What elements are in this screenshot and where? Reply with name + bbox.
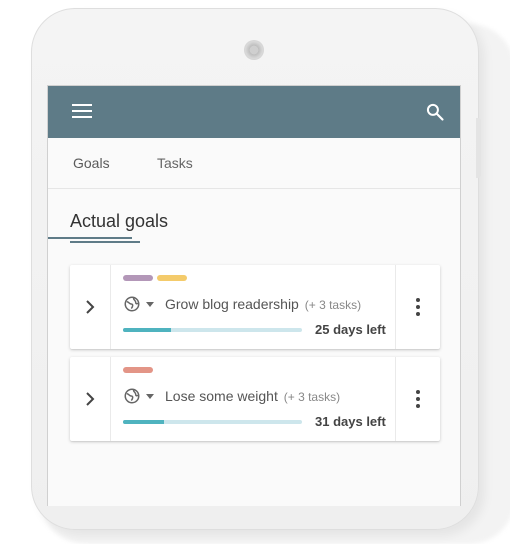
tab-tasks[interactable]: Tasks [157,138,193,188]
more-button[interactable] [395,265,440,349]
goal-subtasks: (+ 3 tasks) [283,390,341,404]
active-tab-indicator [48,237,132,239]
chevron-right-icon [86,300,95,314]
more-button[interactable] [395,357,440,441]
tab-goals[interactable]: Goals [73,138,110,188]
days-left: 31 days left [315,414,386,429]
progress-bar [123,420,302,424]
expand-button[interactable] [70,357,111,441]
section-title-underline [70,241,140,243]
chevron-right-icon [86,392,95,406]
days-left: 25 days left [315,322,386,337]
visibility-dropdown-caret[interactable] [146,302,154,307]
expand-button[interactable] [70,265,111,349]
progress-bar [123,328,302,332]
globe-icon[interactable] [123,387,141,405]
tag-list [123,275,191,281]
goal-title: Grow blog readership (+ 3 tasks) [165,296,361,312]
tag-list [123,367,157,373]
color-tag [157,275,187,281]
search-icon[interactable] [425,102,445,122]
phone-speaker [244,40,264,60]
visibility-dropdown-caret[interactable] [146,394,154,399]
color-tag [123,367,153,373]
phone-side-button [476,118,481,178]
goal-subtasks: (+ 3 tasks) [304,298,362,312]
color-tag [123,275,153,281]
goal-name: Grow blog readership [165,296,299,312]
goal-card[interactable]: Lose some weight (+ 3 tasks) 31 days lef… [70,357,440,441]
app-bar [48,86,460,138]
section-title: Actual goals [70,211,169,231]
more-vert-icon [416,390,420,408]
tab-bar: Goals Tasks [48,138,460,239]
progress-fill [123,420,165,424]
progress-fill [123,328,172,332]
globe-icon[interactable] [123,295,141,313]
app-screen: Goals Tasks Actual goals Grow blog reade… [47,85,461,506]
menu-icon[interactable] [72,104,92,120]
more-vert-icon [416,298,420,316]
goal-card[interactable]: Grow blog readership (+ 3 tasks) 25 days… [70,265,440,349]
goal-title: Lose some weight (+ 3 tasks) [165,388,340,404]
goal-name: Lose some weight [165,388,278,404]
